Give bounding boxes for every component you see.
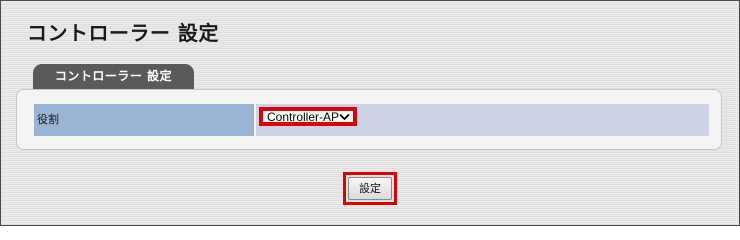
page-frame: コントローラー 設定 コントローラー 設定 役割 Controller-AP 設… — [0, 0, 740, 226]
page-title: コントローラー 設定 — [27, 21, 219, 45]
section-tab: コントローラー 設定 — [33, 64, 194, 89]
submit-button[interactable]: 設定 — [348, 177, 392, 200]
role-select[interactable]: Controller-AP — [259, 107, 357, 126]
chevron-down-icon — [339, 113, 350, 120]
role-label: 役割 — [34, 104, 254, 136]
role-value-cell: Controller-AP — [254, 104, 709, 136]
role-select-value: Controller-AP — [267, 109, 340, 124]
submit-button-highlight: 設定 — [343, 172, 397, 205]
settings-row-role: 役割 Controller-AP — [34, 104, 709, 136]
settings-panel: 役割 Controller-AP — [16, 89, 722, 150]
